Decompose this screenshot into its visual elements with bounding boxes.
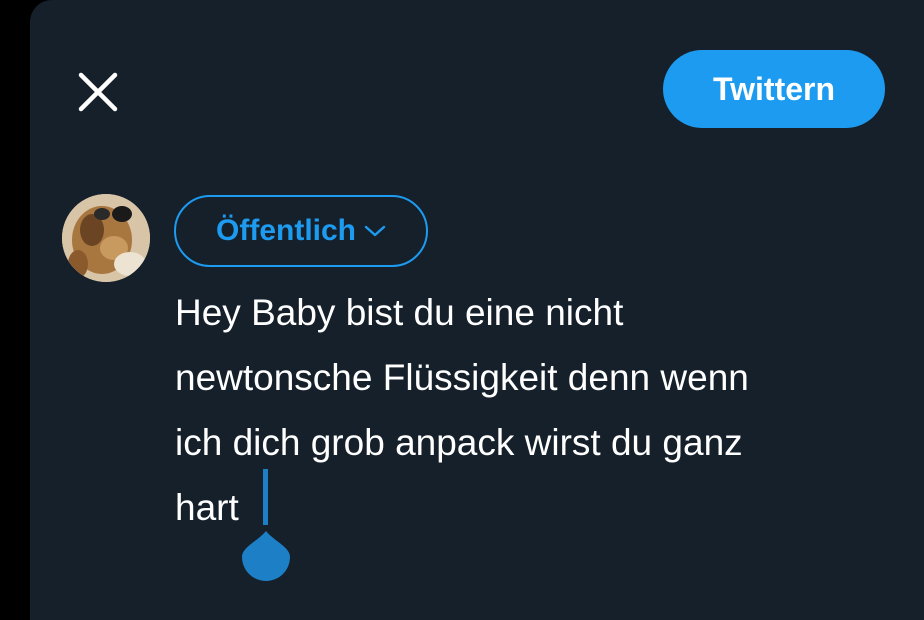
avatar-image: [62, 194, 150, 282]
close-icon: [78, 72, 118, 112]
text-cursor-handle[interactable]: [240, 469, 292, 581]
chevron-down-icon: [364, 225, 386, 237]
cursor-handle-icon: [242, 469, 290, 581]
audience-selector[interactable]: Öffentlich: [174, 195, 428, 267]
close-button[interactable]: [70, 64, 126, 120]
audience-label: Öffentlich: [216, 214, 356, 247]
avatar[interactable]: [62, 194, 150, 282]
tweet-button[interactable]: Twittern: [663, 50, 885, 128]
